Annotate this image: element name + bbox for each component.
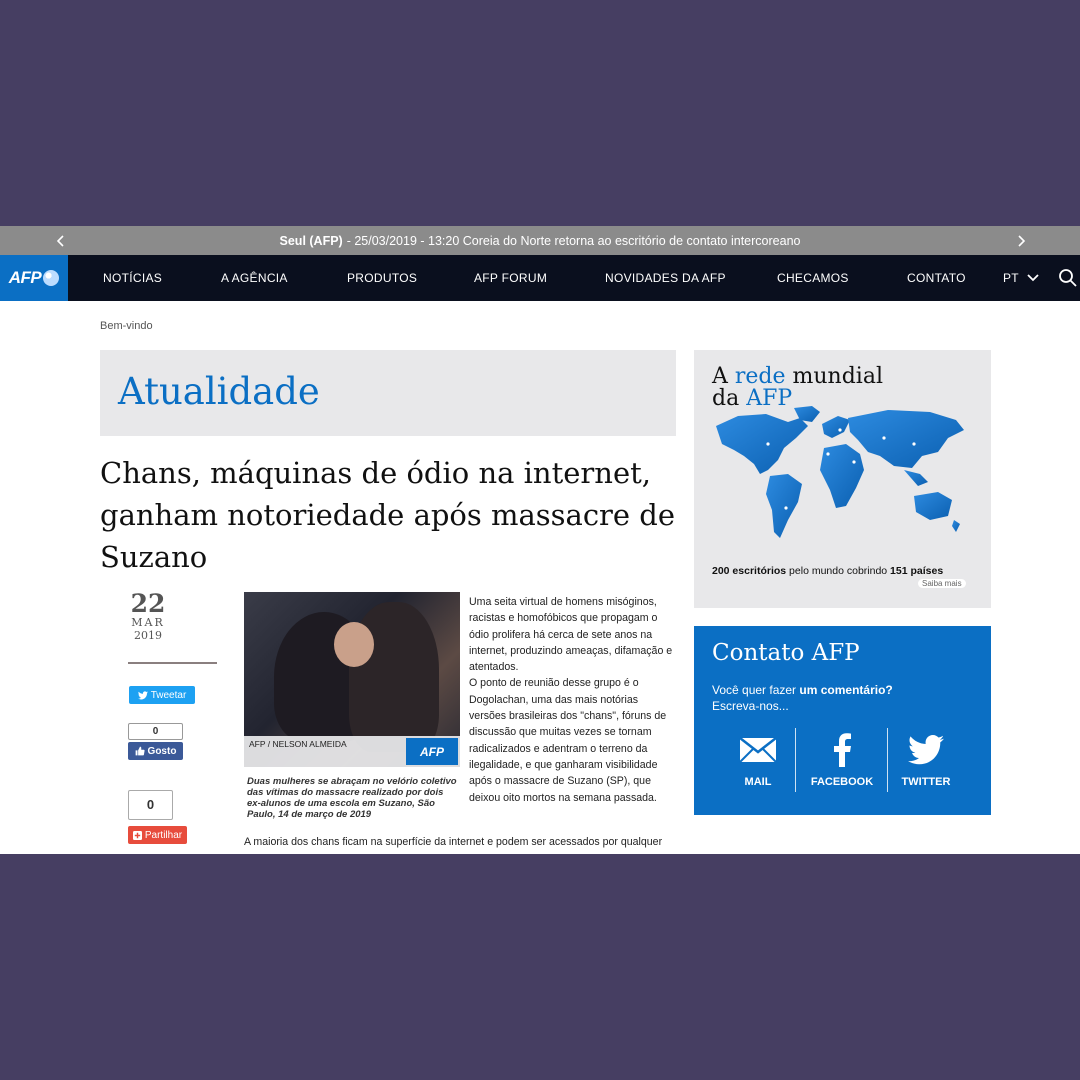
prompt-prefix: Você quer fazer	[712, 683, 800, 697]
contact-facebook-label: FACEBOOK	[810, 776, 874, 788]
language-selector[interactable]: PT	[1003, 255, 1039, 301]
nav-item-novidades[interactable]: NOVIDADES DA AFP	[605, 255, 726, 301]
title-middle: mundial	[785, 364, 883, 389]
contact-mail-label: MAIL	[744, 776, 772, 788]
prompt-bold: um comentário?	[799, 683, 893, 697]
section-title: Atualidade	[118, 370, 320, 413]
contact-twitter-button[interactable]: TWITTER	[885, 730, 967, 794]
ticker-prev-icon[interactable]	[46, 226, 76, 255]
nav-item-noticias[interactable]: NOTÍCIAS	[103, 255, 162, 301]
photo-caption: Duas mulheres se abraçam no velório cole…	[247, 776, 457, 820]
photo-afp-logo: AFP	[406, 738, 458, 765]
contact-divider	[795, 728, 796, 792]
like-button[interactable]: Gosto	[128, 742, 183, 760]
date-day: 22	[130, 589, 166, 618]
world-network-box[interactable]: A rede mundial da AFP 200 escritórios pe…	[694, 350, 991, 608]
stats-middle: pelo mundo cobrindo	[786, 565, 891, 577]
date-month: MAR	[131, 616, 165, 629]
chevron-down-icon	[1027, 274, 1039, 282]
mail-icon	[739, 737, 777, 763]
contact-title: Contato AFP	[712, 640, 860, 666]
article-headline: Chans, máquinas de ódio na internet, gan…	[100, 456, 676, 574]
photo-face	[334, 622, 374, 667]
section-band: Atualidade	[100, 350, 676, 436]
afp-logo[interactable]: AFP	[0, 255, 68, 301]
like-count: 0	[128, 723, 183, 740]
news-ticker[interactable]: Seul (AFP) - 25/03/2019 - 13:20 Coreia d…	[0, 226, 1080, 255]
prompt-line2: Escreva-nos...	[712, 699, 789, 713]
twitter-bird-icon	[137, 690, 148, 699]
globe-icon	[43, 270, 60, 286]
nav-item-checamos[interactable]: CHECAMOS	[777, 255, 849, 301]
learn-more-link[interactable]: Saiba mais	[918, 579, 966, 588]
date-year: 2019	[134, 629, 162, 642]
nav-item-produtos[interactable]: PRODUTOS	[347, 255, 417, 301]
language-label: PT	[1003, 271, 1019, 285]
article-paragraph: Uma seita virtual de homens misóginos, r…	[469, 596, 673, 674]
share-count: 0	[128, 790, 173, 820]
offices-count: 200 escritórios	[712, 565, 787, 577]
network-stats: 200 escritórios pelo mundo cobrindo 151 …	[712, 565, 943, 577]
facebook-icon	[834, 733, 851, 767]
ticker-place: Seul (AFP)	[279, 233, 343, 248]
thumbs-up-icon	[135, 746, 145, 756]
countries-count: 151 países	[890, 565, 944, 577]
facebook-like-widget[interactable]: 0 Gosto	[128, 723, 183, 760]
contact-mail-button[interactable]: MAIL	[717, 730, 799, 794]
photo-credit: AFP / NELSON ALMEIDA	[249, 739, 347, 749]
ticker-text[interactable]: - 25/03/2019 - 13:20 Coreia do Norte ret…	[347, 234, 801, 248]
contact-prompt: Você quer fazer um comentário? Escreva-n…	[712, 682, 893, 714]
article-paragraph: A maioria dos chans ficam na superfície …	[244, 836, 663, 848]
share-button[interactable]: Partilhar	[128, 826, 187, 844]
contact-facebook-button[interactable]: FACEBOOK	[801, 730, 883, 794]
article-date: 22 MAR 2019	[128, 589, 168, 643]
tweet-button[interactable]: Tweetar	[129, 686, 195, 704]
breadcrumb[interactable]: Bem-vindo	[100, 320, 153, 332]
afp-logo-text: AFP	[8, 268, 42, 287]
date-divider	[128, 662, 217, 664]
search-icon[interactable]	[1058, 268, 1078, 288]
like-label: Gosto	[147, 745, 177, 757]
plus-icon	[132, 830, 142, 840]
article-body: Uma seita virtual de homens misóginos, r…	[469, 594, 675, 806]
contact-box: Contato AFP Você quer fazer um comentári…	[694, 626, 991, 815]
main-nav: AFP NOTÍCIAS A AGÊNCIA PRODUTOS AFP FORU…	[0, 255, 1080, 301]
ticker-next-icon[interactable]	[1006, 226, 1036, 255]
twitter-icon	[908, 735, 944, 765]
nav-item-contato[interactable]: CONTATO	[907, 255, 966, 301]
share-label: Partilhar	[144, 829, 183, 841]
contact-twitter-label: TWITTER	[901, 776, 951, 788]
world-map-icon	[716, 406, 964, 538]
article-paragraph: O ponto de reunião desse grupo é o Dogol…	[469, 677, 667, 804]
browser-page: Seul (AFP) - 25/03/2019 - 13:20 Coreia d…	[0, 226, 1080, 854]
nav-item-agencia[interactable]: A AGÊNCIA	[221, 255, 288, 301]
nav-item-afp-forum[interactable]: AFP FORUM	[474, 255, 547, 301]
tweet-label: Tweetar	[150, 689, 187, 701]
